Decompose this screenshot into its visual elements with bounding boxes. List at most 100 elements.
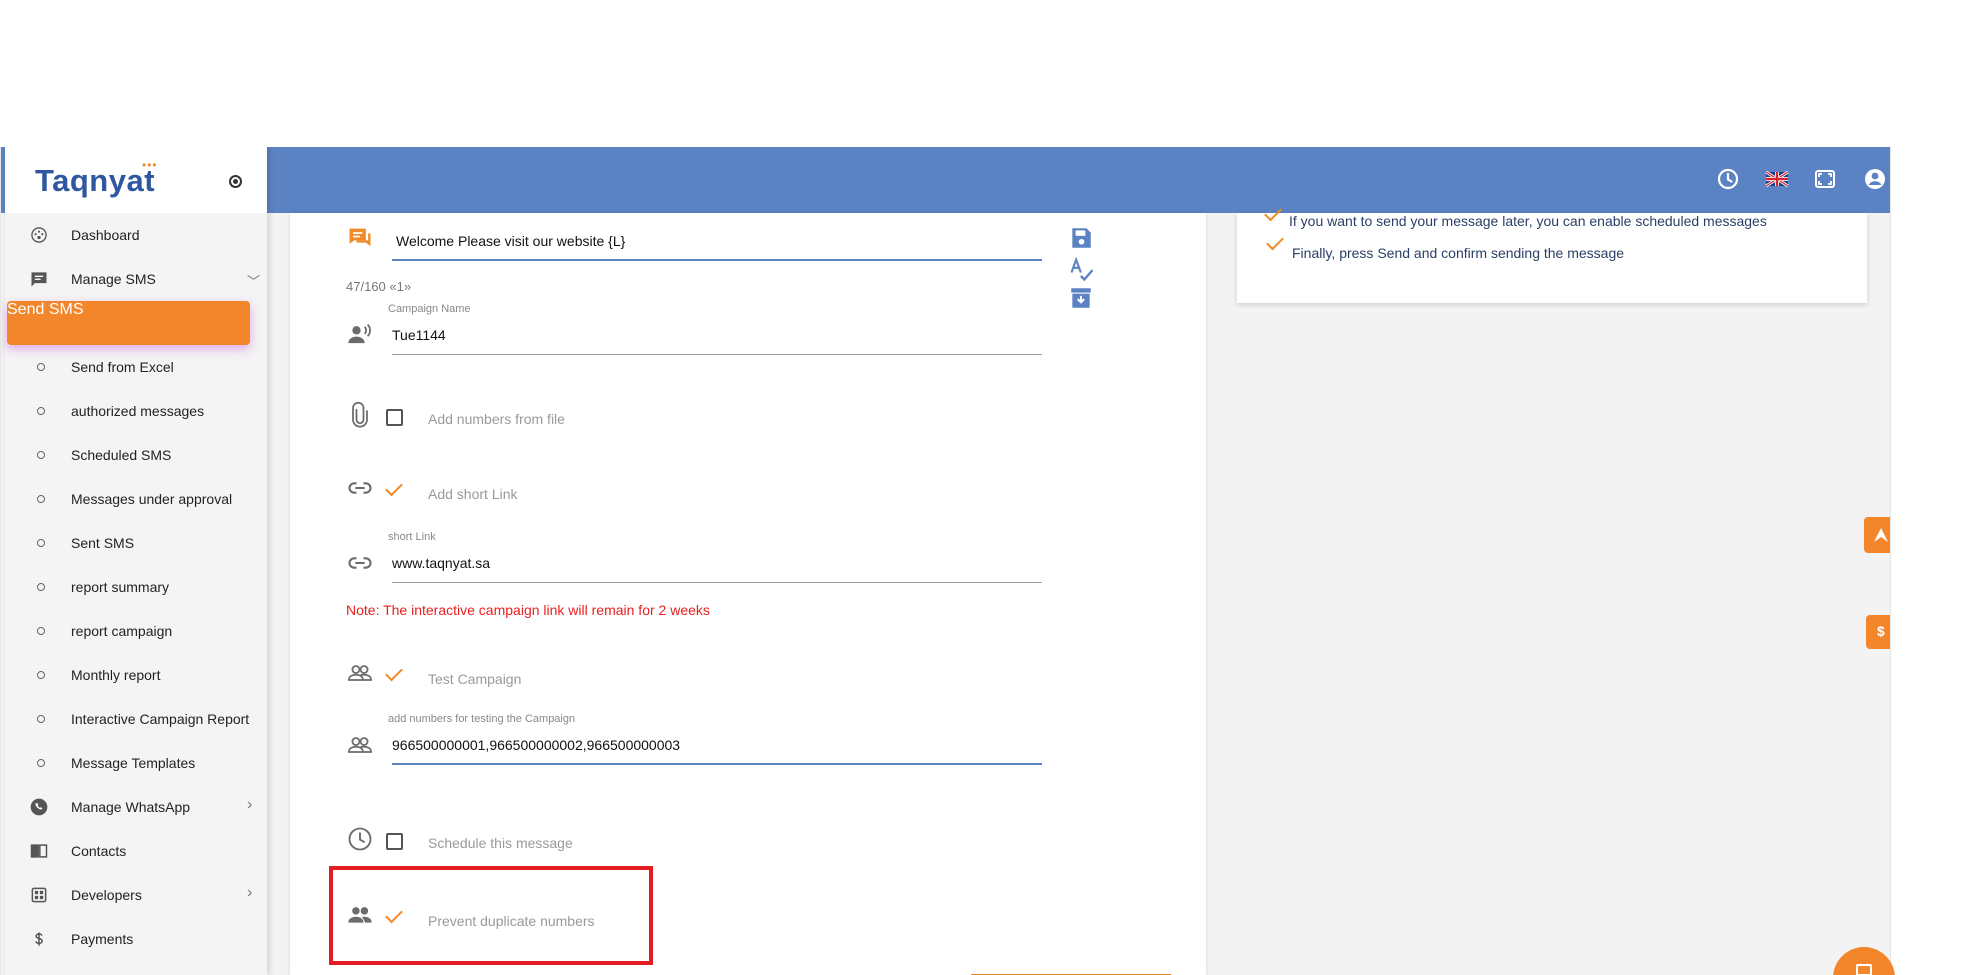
attachment-icon — [352, 401, 368, 428]
dollar-icon — [35, 932, 43, 946]
character-counter: 47/160 «1» — [346, 279, 412, 294]
test-campaign-check[interactable] — [385, 663, 403, 682]
sidebar-item-label: Send from Excel — [71, 359, 174, 375]
sidebar-item-interactive-campaign-report[interactable]: Interactive Campaign Report — [5, 697, 267, 741]
send-arrow-icon — [1874, 528, 1888, 542]
chevron-down-icon: ﹀ — [247, 274, 261, 289]
dollar-label: $ — [1877, 623, 1885, 639]
sidebar-toggle[interactable] — [229, 175, 242, 188]
circle-bullet-icon — [37, 671, 45, 679]
logo-area: Taqnyat ••• — [5, 147, 267, 213]
instruction-check — [1266, 232, 1284, 251]
circle-bullet-icon — [37, 627, 45, 635]
link-icon — [348, 557, 372, 569]
developers-icon — [31, 887, 47, 903]
sidebar-item-report-summary[interactable]: report summary — [5, 565, 267, 609]
sidebar-item-message-templates[interactable]: Message Templates — [5, 741, 267, 785]
sidebar-item-label: Manage SMS — [71, 271, 156, 287]
sidebar-item-label: report summary — [71, 579, 170, 595]
brand-logo-dots: ••• — [142, 158, 158, 172]
sidebar-item-report-campaign[interactable]: report campaign — [5, 609, 267, 653]
clock-icon — [348, 827, 372, 851]
sidebar: Taqnyat ••• Dashboard Manage SMS ﹀ Send … — [5, 147, 267, 975]
sidebar-item-sent-sms[interactable]: Sent SMS — [5, 521, 267, 565]
interactive-link-note: Note: The interactive campaign link will… — [346, 602, 710, 618]
sidebar-item-label: Developers — [71, 887, 142, 903]
sidebar-item-manage-sms[interactable]: Manage SMS ﹀ — [5, 257, 267, 301]
add-short-link-check[interactable] — [385, 478, 403, 497]
circle-bullet-icon — [37, 363, 45, 371]
sidebar-item-label: Message Templates — [71, 755, 196, 771]
test-numbers-input[interactable]: 966500000001,966500000002,966500000003 — [392, 737, 680, 753]
circle-bullet-icon — [37, 539, 45, 547]
message-icon — [349, 228, 371, 247]
circle-bullet-icon — [37, 451, 45, 459]
sidebar-item-messages-under-approval[interactable]: Messages under approval — [5, 477, 267, 521]
schedule-message-label: Schedule this message — [428, 835, 573, 851]
add-short-link-label: Add short Link — [428, 486, 518, 502]
circle-bullet-icon — [37, 407, 45, 415]
link-icon — [348, 482, 372, 494]
chevron-right-icon: › — [247, 884, 253, 901]
top-bar — [1, 147, 1890, 213]
circle-bullet-icon — [37, 715, 45, 723]
brand-logo: Taqnyat — [35, 163, 156, 198]
campaign-name-input[interactable]: Tue1144 — [392, 327, 446, 343]
sidebar-item-label: report campaign — [71, 623, 173, 639]
sidebar-item-payments[interactable]: Payments — [5, 917, 267, 961]
sidebar-item-monthly-report[interactable]: Monthly report — [5, 653, 267, 697]
add-numbers-from-file-label: Add numbers from file — [428, 411, 565, 427]
floating-payment-tab[interactable]: $ — [1866, 615, 1890, 649]
short-link-input[interactable]: www.taqnyat.sa — [392, 555, 490, 571]
sidebar-item-dashboard[interactable]: Dashboard — [5, 213, 267, 257]
sidebar-item-label: Payments — [71, 931, 134, 947]
dashboard-icon — [31, 227, 47, 243]
sidebar-item-authorized-messages[interactable]: authorized messages — [5, 389, 267, 433]
floating-send-tab[interactable] — [1864, 517, 1890, 553]
sidebar-item-label: Scheduled SMS — [71, 447, 172, 463]
spellcheck-icon[interactable] — [1068, 255, 1096, 283]
app-window: Welcome Please visit our website {L} 47/… — [0, 147, 1891, 975]
campaign-speaker-icon — [348, 323, 371, 344]
sidebar-item-label: authorized messages — [71, 403, 205, 419]
chevron-right-icon: › — [247, 796, 253, 813]
short-link-underline — [392, 582, 1042, 583]
add-numbers-from-file-checkbox[interactable] — [386, 409, 403, 426]
history-icon[interactable] — [1716, 167, 1740, 191]
test-numbers-underline — [392, 763, 1042, 765]
archive-icon[interactable] — [1068, 285, 1094, 311]
test-numbers-label: add numbers for testing the Campaign — [388, 713, 576, 725]
sidebar-item-developers[interactable]: Developers › — [5, 873, 267, 917]
sidebar-item-label: Manage WhatsApp — [71, 799, 191, 815]
instructions-card: If you want to send your message later, … — [1237, 203, 1867, 303]
sidebar-item-contacts[interactable]: Contacts — [5, 829, 267, 873]
short-link-label: short Link — [388, 531, 436, 543]
sidebar-item-scheduled-sms[interactable]: Scheduled SMS — [5, 433, 267, 477]
whatsapp-icon — [30, 798, 48, 816]
sidebar-item-label: Dashboard — [71, 227, 140, 243]
circle-bullet-icon — [37, 583, 45, 591]
sidebar-item-label: Messages under approval — [71, 491, 233, 507]
highlight-box — [329, 866, 653, 965]
schedule-message-checkbox[interactable] — [386, 833, 403, 850]
uk-flag-icon[interactable] — [1765, 167, 1789, 191]
sidebar-item-send-from-excel[interactable]: Send from Excel — [5, 345, 267, 389]
sidebar-item-label: Interactive Campaign Report — [71, 711, 250, 727]
page-root: Welcome Please visit our website {L} 47/… — [0, 0, 1971, 975]
sidebar-item-label: Send SMS — [7, 301, 84, 318]
circle-bullet-icon — [37, 495, 45, 503]
save-icon[interactable] — [1068, 225, 1094, 251]
sidebar-item-manage-whatsapp[interactable]: Manage WhatsApp › — [5, 785, 267, 829]
sidebar-item-label: Sent SMS — [71, 535, 135, 551]
instruction-line-send: Finally, press Send and confirm sending … — [1292, 245, 1625, 261]
campaign-name-label: Campaign Name — [388, 303, 471, 315]
people-outline-icon — [348, 737, 372, 753]
fullscreen-icon[interactable] — [1813, 167, 1837, 191]
send-sms-form-card: Welcome Please visit our website {L} 47/… — [290, 213, 1206, 975]
message-input-underline — [392, 259, 1042, 261]
sidebar-item-send-sms[interactable]: Send SMS — [7, 301, 250, 345]
sms-icon — [31, 272, 47, 287]
instruction-line-schedule: If you want to send your message later, … — [1289, 213, 1767, 229]
message-text-input[interactable]: Welcome Please visit our website {L} — [396, 233, 625, 249]
account-icon[interactable] — [1863, 167, 1887, 191]
